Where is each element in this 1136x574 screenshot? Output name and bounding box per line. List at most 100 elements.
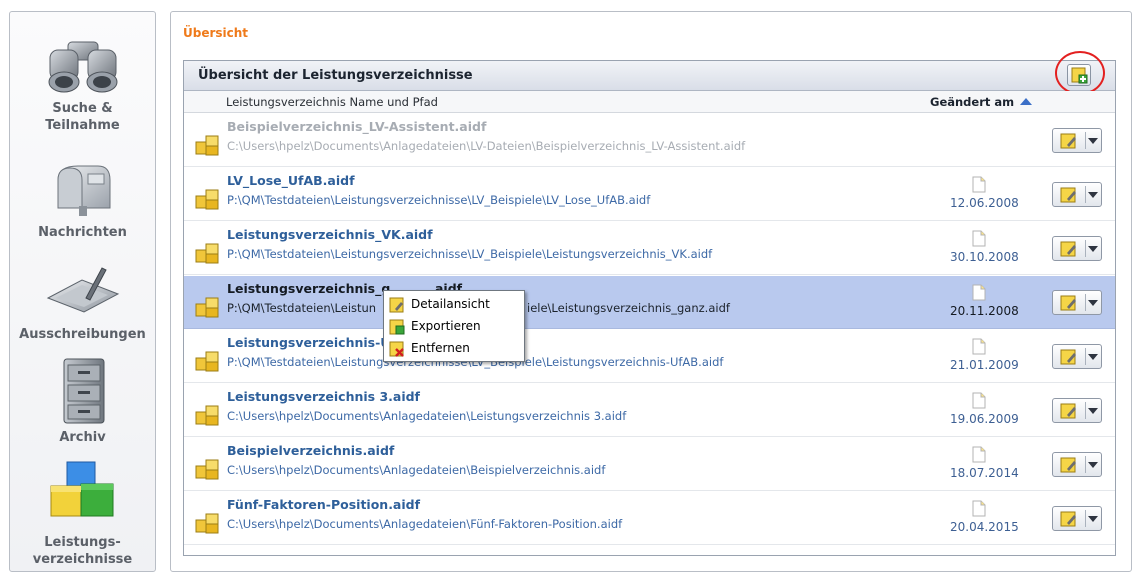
- table-row[interactable]: Leistungsverzeichnis-U P:\QM\Testdateien…: [184, 330, 1115, 383]
- package-icon: [195, 189, 219, 210]
- table-row[interactable]: LV_Lose_UfAB.aidf P:\QM\Testdateien\Leis…: [184, 168, 1115, 221]
- row-date: 12.06.2008: [950, 196, 1019, 210]
- sidebar: Suche & Teilnahme Nachrichten Ausschreib…: [9, 11, 156, 572]
- edit-document-icon: [1060, 133, 1076, 149]
- sidebar-item-ausschreibungen[interactable]: Ausschreibungen: [10, 264, 155, 343]
- row-action-button[interactable]: [1052, 182, 1102, 207]
- menu-item-entfernen[interactable]: Entfernen: [384, 338, 524, 360]
- edit-document-icon: [1060, 241, 1076, 257]
- row-path: C:\Users\hpelz\Documents\Anlagedateien\F…: [227, 517, 623, 531]
- chevron-down-icon: [1088, 516, 1098, 522]
- row-name: Beispielverzeichnis_LV-Assistent.aidf: [227, 119, 487, 134]
- tablet-pen-icon: [46, 267, 119, 313]
- file-cabinet-icon: [63, 358, 104, 424]
- chevron-down-icon: [1088, 192, 1098, 198]
- chevron-down-icon: [1088, 138, 1098, 144]
- menu-item-label: Entfernen: [411, 341, 470, 355]
- menu-item-label: Detailansicht: [411, 297, 490, 311]
- context-menu: Detailansicht Exportieren Entfernen: [383, 290, 525, 362]
- edit-document-icon: [1060, 295, 1076, 311]
- edit-document-icon: [1060, 349, 1076, 365]
- detail-view-icon: [389, 297, 404, 313]
- sidebar-item-label: Leistungs- verzeichnisse: [32, 535, 133, 567]
- edit-document-icon: [1060, 403, 1076, 419]
- row-action-button[interactable]: [1052, 128, 1102, 153]
- edit-document-icon: [1060, 457, 1076, 473]
- package-icon: [195, 405, 219, 426]
- package-icon: [195, 297, 219, 318]
- row-action-button[interactable]: [1052, 506, 1102, 531]
- chevron-down-icon: [1088, 354, 1098, 360]
- row-path: C:\Users\hpelz\Documents\Anlagedateien\B…: [227, 463, 606, 477]
- sidebar-item-label: Nachrichten: [38, 225, 127, 240]
- row-date: 21.01.2009: [950, 358, 1019, 372]
- row-action-button[interactable]: [1052, 290, 1102, 315]
- table-row[interactable]: Leistungsverzeichnis_VK.aidf P:\QM\Testd…: [184, 222, 1115, 275]
- document-icon: [972, 230, 986, 247]
- sidebar-item-nachrichten[interactable]: Nachrichten: [10, 160, 155, 241]
- table-title-bar: Übersicht der Leistungsverzeichnisse: [184, 51, 1115, 95]
- row-name[interactable]: Leistungsverzeichnis_VK.aidf: [227, 227, 433, 242]
- row-name[interactable]: Beispielverzeichnis.aidf: [227, 443, 394, 458]
- sidebar-item-label: Ausschreibungen: [19, 327, 146, 342]
- edit-document-icon: [1060, 511, 1076, 527]
- lv-table: Übersicht der Leistungsverzeichnisse Lei…: [183, 51, 1116, 556]
- package-icon: [195, 243, 219, 264]
- row-path: C:\Users\hpelz\Documents\Anlagedateien\L…: [227, 409, 627, 423]
- table-row[interactable]: Beispielverzeichnis.aidf C:\Users\hpelz\…: [184, 438, 1115, 491]
- package-icon: [195, 351, 219, 372]
- edit-document-icon: [1060, 187, 1076, 203]
- mailbox-icon: [57, 165, 110, 216]
- row-name[interactable]: Leistungsverzeichnis-U: [227, 335, 390, 350]
- package-icon: [195, 135, 219, 156]
- application-window: Suche & Teilnahme Nachrichten Ausschreib…: [0, 0, 1136, 574]
- table-row[interactable]: Leistungsverzeichnis_g aidf P:\QM\Testda…: [184, 276, 1115, 329]
- document-icon: [972, 176, 986, 193]
- table-title: Übersicht der Leistungsverzeichnisse: [198, 68, 473, 83]
- menu-item-detailansicht[interactable]: Detailansicht: [384, 294, 524, 316]
- sidebar-item-leistungsverzeichnisse[interactable]: Leistungs- verzeichnisse: [10, 460, 155, 568]
- column-header-name[interactable]: Leistungsverzeichnis Name und Pfad: [226, 95, 438, 109]
- row-date: 18.07.2014: [950, 466, 1019, 480]
- row-action-button[interactable]: [1052, 398, 1102, 423]
- row-date: 20.04.2015: [950, 520, 1019, 534]
- row-name[interactable]: Leistungsverzeichnis_g: [227, 281, 390, 296]
- table-row[interactable]: Beispielverzeichnis_LV-Assistent.aidf C:…: [184, 114, 1115, 167]
- column-header-date-label: Geändert am: [930, 95, 1015, 109]
- document-icon: [972, 446, 986, 463]
- package-icon: [195, 459, 219, 480]
- table-row[interactable]: Leistungsverzeichnis 3.aidf C:\Users\hpe…: [184, 384, 1115, 437]
- package-icon: [195, 513, 219, 534]
- row-name[interactable]: LV_Lose_UfAB.aidf: [227, 173, 355, 188]
- colored-blocks-icon: [50, 461, 113, 517]
- sidebar-item-archiv[interactable]: Archiv: [10, 357, 155, 446]
- row-path-tail: iele\Leistungsverzeichnis_ganz.aidf: [527, 301, 730, 315]
- row-action-button[interactable]: [1052, 344, 1102, 369]
- column-header-date[interactable]: Geändert am: [930, 95, 1033, 109]
- chevron-down-icon: [1088, 408, 1098, 414]
- document-icon: [972, 284, 986, 301]
- document-icon: [972, 392, 986, 409]
- add-document-icon: [1071, 67, 1088, 84]
- row-path: P:\QM\Testdateien\Leistun: [227, 301, 377, 315]
- sidebar-item-label: Suche & Teilnahme: [45, 101, 120, 133]
- chevron-down-icon: [1088, 462, 1098, 468]
- row-name[interactable]: Leistungsverzeichnis 3.aidf: [227, 389, 420, 404]
- row-action-button[interactable]: [1052, 452, 1102, 477]
- row-action-button[interactable]: [1052, 236, 1102, 261]
- table-row[interactable]: Fünf-Faktoren-Position.aidf C:\Users\hpe…: [184, 492, 1115, 545]
- main-panel: Übersicht Übersicht der Leistungsverzeic…: [170, 11, 1132, 572]
- chevron-down-icon: [1088, 300, 1098, 306]
- row-name[interactable]: Fünf-Faktoren-Position.aidf: [227, 497, 420, 512]
- sidebar-item-label: Archiv: [59, 430, 106, 445]
- document-icon: [972, 338, 986, 355]
- sidebar-item-suche-teilnahme[interactable]: Suche & Teilnahme: [10, 36, 155, 134]
- page-title: Übersicht: [183, 26, 249, 40]
- binoculars-icon: [48, 41, 117, 93]
- chevron-down-icon: [1088, 246, 1098, 252]
- menu-item-exportieren[interactable]: Exportieren: [384, 316, 524, 338]
- row-path: P:\QM\Testdateien\Leistungsverzeichnisse…: [227, 193, 651, 207]
- export-icon: [389, 319, 405, 335]
- row-path: P:\QM\Testdateien\Leistungsverzeichnisse…: [227, 247, 713, 261]
- add-lv-button[interactable]: [1067, 64, 1091, 86]
